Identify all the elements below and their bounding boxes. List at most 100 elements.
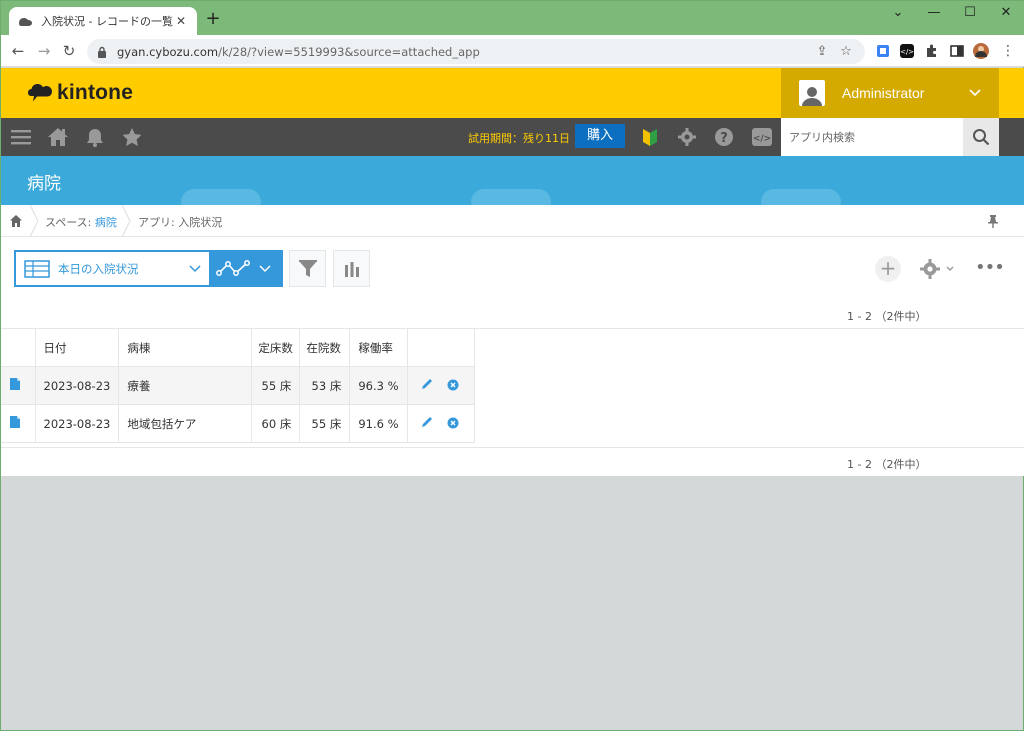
cell-ward: 地域包括ケア [118,404,253,443]
record-detail-cell[interactable] [1,366,36,405]
column-header-inpatients[interactable]: 在院数 [299,328,351,367]
banner-decoration [761,189,841,205]
buy-button[interactable]: 購入 [575,124,625,148]
breadcrumb-space-link[interactable]: 病院 [95,216,117,229]
cell-date: 2023-08-23 [35,366,120,405]
cell-beds: 55 床 [251,366,301,405]
column-header-rate[interactable]: 稼働率 [349,328,408,367]
brand-name: kintone [57,81,134,104]
filter-button[interactable] [289,250,326,287]
app-search-input[interactable]: アプリ内検索 [781,118,963,156]
reload-button[interactable]: ↻ [60,42,78,60]
kintone-favicon-icon [17,15,33,27]
delete-icon[interactable] [447,379,459,391]
kintone-cloud-icon [28,84,52,102]
tab-title: 入院状況 - レコードの一覧 [41,15,173,28]
space-title: 病院 [27,174,61,194]
cell-beds: 60 床 [251,404,301,443]
search-icon [973,129,990,146]
side-panel-icon[interactable] [949,43,965,59]
url-host: gyan.cybozu.com [117,44,219,59]
graph-selector[interactable] [210,250,283,287]
graph-chevron-down-icon [259,264,271,272]
add-record-button[interactable]: + [875,256,901,282]
cell-date: 2023-08-23 [35,404,120,443]
settings-chevron-down-icon [946,266,954,271]
minimize-button[interactable]: — [924,5,944,20]
svg-text:</>: </> [900,48,914,56]
forward-button[interactable]: → [35,42,53,60]
line-graph-icon [216,259,250,276]
header-actions-column [407,328,475,367]
cell-rate: 91.6 % [349,404,408,443]
cell-inpatients: 53 床 [299,366,351,405]
code-icon[interactable]: </> [751,127,773,147]
help-icon[interactable]: ? [713,127,735,147]
delete-icon[interactable] [447,417,459,429]
edit-icon[interactable] [420,377,434,391]
breadcrumb-app[interactable]: アプリ: 入院状況 [138,214,222,230]
column-header-date[interactable]: 日付 [35,328,120,367]
maximize-button[interactable]: ☐ [960,5,980,20]
record-detail-cell[interactable] [1,404,36,443]
url-path: /k/28/?view=5519993&source=attached_app [218,44,480,59]
url-text: gyan.cybozu.com/k/28/?view=5519993&sourc… [117,45,807,59]
tab-strip: 入院状況 - レコードの一覧 ✕ + ⌄ — ☐ ✕ [1,1,1024,35]
user-avatar-icon [799,80,825,106]
chart-button[interactable] [333,250,370,287]
view-selector[interactable]: 本日の入院状況 [14,250,211,287]
tab-search-chevron-icon[interactable]: ⌄ [888,5,908,20]
gear-icon[interactable] [676,127,698,147]
beginner-icon[interactable] [639,127,661,147]
bell-icon[interactable] [84,127,106,147]
actions-cell [407,404,475,443]
edit-icon[interactable] [420,415,434,429]
browser-tab[interactable]: 入院状況 - レコードの一覧 ✕ [9,7,197,35]
browser-toolbar: ← → ↻ gyan.cybozu.com/k/28/?view=5519993… [1,35,1024,67]
document-icon[interactable] [9,377,21,391]
svg-text:</>: </> [753,134,771,144]
pin-icon[interactable] [987,214,999,228]
column-header-beds[interactable]: 定床数 [251,328,301,367]
star-icon[interactable] [121,127,143,147]
cell-inpatients: 55 床 [299,404,351,443]
kintone-nav-bar: 試用期間：残り11日 購入 ? </> アプリ内検索 [1,118,1024,156]
breadcrumb-space-prefix: スペース: [45,216,95,229]
tab-close-icon[interactable]: ✕ [173,14,189,28]
document-icon[interactable] [9,415,21,429]
profile-avatar[interactable] [973,43,989,59]
back-button[interactable]: ← [9,42,27,60]
browser-menu-icon[interactable]: ⋮ [999,42,1017,60]
window-close-button[interactable]: ✕ [996,5,1016,20]
extensions-puzzle-icon[interactable] [924,43,940,59]
user-name: Administrator [842,85,925,101]
app-search-button[interactable] [963,118,999,156]
table-row[interactable]: 2023-08-23 療養 55 床 53 床 96.3 % [1,366,475,405]
bookmark-star-icon[interactable]: ☆ [837,44,855,59]
menu-icon[interactable] [10,127,32,147]
more-options-icon[interactable]: ••• [975,257,1005,281]
table-row[interactable]: 2023-08-23 地域包括ケア 60 床 55 床 91.6 % [1,404,475,443]
extension-blue-icon[interactable] [875,43,891,59]
address-bar[interactable]: gyan.cybozu.com/k/28/?view=5519993&sourc… [87,39,865,64]
home-icon[interactable] [47,127,69,147]
space-banner: 病院 [1,156,1024,205]
trial-period-text: 試用期間：残り11日 [468,132,570,145]
kintone-logo[interactable]: kintone [28,81,133,105]
new-tab-button[interactable]: + [204,10,222,28]
table-view-icon [24,259,50,278]
breadcrumb-space[interactable]: スペース: 病院 [45,214,117,230]
table-bottom-line [1,447,1024,448]
breadcrumb-home-icon[interactable] [9,214,23,228]
record-table: 日付 病棟 定床数 在院数 稼働率 2023-08-23 療養 55 床 53 … [1,328,475,443]
share-icon[interactable]: ⇪ [813,44,831,59]
pagination-bottom: 1 - 2 （2件中） [847,458,927,471]
breadcrumb-separator [29,205,39,237]
browser-window: 入院状況 - レコードの一覧 ✕ + ⌄ — ☐ ✕ ← → ↻ gyan.cy… [0,0,1024,731]
column-header-ward[interactable]: 病棟 [118,328,253,367]
user-menu[interactable]: Administrator [781,68,999,118]
app-settings-button[interactable] [919,257,959,281]
record-list-area: 本日の入院状況 + ••• 1 - 2 （2件中） 日付 病棟 定床数 在院数 … [1,237,1024,476]
extension-code-icon[interactable]: </> [899,43,915,59]
svg-text:?: ? [720,131,728,146]
